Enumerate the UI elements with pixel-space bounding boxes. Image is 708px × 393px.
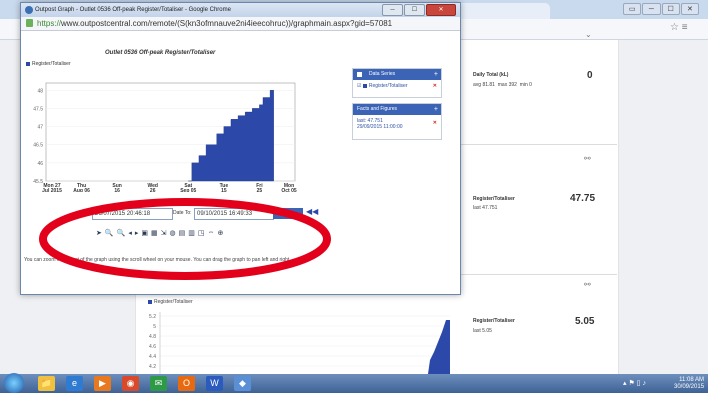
- chrome-icon: [25, 6, 33, 14]
- facts-panel: Facts and Figures + last: 47.751 29/09/20…: [352, 103, 442, 140]
- mini-y-tick-label: 5: [153, 324, 156, 330]
- red-highlight-ellipse: [39, 198, 331, 280]
- chrome-icon[interactable]: ◉: [122, 376, 139, 391]
- media-player-icon[interactable]: ▶: [94, 376, 111, 391]
- remove-series-icon[interactable]: ✕: [433, 83, 437, 89]
- data-series-header[interactable]: Data Series +: [353, 69, 441, 80]
- facts-item[interactable]: last: 47.751 29/09/2015 11:00:00 ✕: [353, 115, 441, 133]
- register-chart[interactable]: 4847.54746.54645.5 Mon 27Jul 2015ThuAug …: [20, 77, 300, 192]
- popup-title: Outpost Graph - Outlet 0536 Off-peak Reg…: [35, 7, 231, 13]
- chart2-legend: Register/Totaliser: [148, 299, 193, 305]
- explorer-icon[interactable]: 📁: [38, 376, 55, 391]
- link-icon[interactable]: ⚯: [584, 280, 591, 289]
- facts-header[interactable]: Facts and Figures +: [353, 104, 441, 115]
- x-tick-sublabel: 25: [257, 188, 263, 192]
- link-icon[interactable]: ⚯: [584, 154, 591, 163]
- daily-avg: avg 81.81: [473, 82, 495, 88]
- remove-fact-icon[interactable]: ✕: [433, 120, 437, 126]
- chart-legend: Register/Totaliser: [26, 61, 71, 67]
- mini-y-tick-label: 4.2: [149, 364, 156, 370]
- register-value-2: 5.05: [575, 316, 595, 327]
- y-tick-label: 46: [37, 161, 43, 167]
- background-mini-chart: 5.2 5 4.8 4.6 4.4 4.2: [149, 312, 450, 374]
- chevron-down-icon[interactable]: ⌄: [585, 30, 592, 39]
- y-tick-label: 47: [37, 125, 43, 131]
- star-and-menu-icons[interactable]: ☆ ≡: [670, 22, 688, 33]
- close-button[interactable]: ✕: [426, 4, 456, 16]
- daily-total-label: Daily Total (kL): [473, 72, 509, 78]
- restore-button[interactable]: ▭: [623, 3, 642, 15]
- popup-window-controls: ─ ☐ ✕: [382, 4, 456, 16]
- ie-icon[interactable]: e: [66, 376, 83, 391]
- word-icon[interactable]: W: [206, 376, 223, 391]
- x-tick-sublabel: 26: [150, 188, 156, 192]
- chart-title: Outlet 0536 Off-peak Register/Totaliser: [105, 50, 216, 56]
- add-series-icon[interactable]: +: [434, 69, 438, 80]
- x-tick-sublabel: 16: [114, 188, 120, 192]
- minimize-button[interactable]: ─: [382, 4, 403, 16]
- minimize-button[interactable]: ─: [642, 3, 661, 15]
- outlook-icon[interactable]: O: [178, 376, 195, 391]
- system-tray[interactable]: ▴ ⚑ ▯ ♪: [623, 379, 646, 387]
- x-tick-sublabel: Sep 05: [180, 188, 196, 192]
- maximize-button[interactable]: ☐: [661, 3, 680, 15]
- y-tick-label: 48: [37, 88, 43, 94]
- clock-time: 11:08 AM: [679, 377, 705, 383]
- register-last-1: last 47.751: [473, 205, 498, 211]
- legend-swatch: [148, 299, 152, 304]
- start-button[interactable]: [4, 373, 24, 393]
- data-series-panel: Data Series + ☑ Register/Totaliser ✕: [352, 68, 442, 98]
- background-window-controls: ▭ ─ ☐ ✕: [623, 3, 699, 15]
- mini-y-tick-label: 4.6: [149, 344, 156, 350]
- maximize-button[interactable]: ☐: [404, 4, 425, 16]
- legend-swatch: [26, 61, 30, 66]
- y-tick-label: 46.5: [33, 143, 43, 149]
- series-swatch: [362, 83, 367, 88]
- url-text[interactable]: https://www.outpostcentral.com/remote/(S…: [37, 17, 392, 30]
- register-value-1: 47.75: [570, 193, 596, 204]
- address-bar[interactable]: https://www.outpostcentral.com/remote/(S…: [21, 17, 460, 31]
- register-last-2: last 5.05: [473, 328, 492, 334]
- y-tick-label: 45.5: [33, 179, 43, 185]
- close-button[interactable]: ✕: [680, 3, 699, 15]
- data-series-item[interactable]: ☑ Register/Totaliser ✕: [353, 80, 441, 92]
- x-tick-sublabel: Oct 05: [281, 188, 297, 192]
- excel-icon[interactable]: ✉: [150, 376, 167, 391]
- series-icon: [357, 72, 362, 77]
- add-fact-icon[interactable]: +: [434, 104, 438, 115]
- lock-icon: [26, 19, 33, 27]
- divider: [460, 144, 617, 145]
- mini-y-tick-label: 4.8: [149, 334, 156, 340]
- clock-date: 30/09/2015: [674, 384, 705, 390]
- popup-title-bar[interactable]: Outpost Graph - Outlet 0536 Off-peak Reg…: [21, 3, 460, 17]
- mini-y-tick-label: 5.2: [149, 314, 156, 320]
- daily-total-stats: avg 81.81 max 392 min 0: [473, 82, 532, 88]
- register-label-2: Register/Totaliser: [473, 318, 515, 324]
- daily-total-value: 0: [587, 70, 593, 81]
- mini-y-tick-label: 4.4: [149, 354, 156, 360]
- clock[interactable]: 11:08 AM 30/09/2015: [674, 377, 704, 391]
- x-tick-sublabel: 15: [221, 188, 227, 192]
- facts-date: 29/09/2015 11:00:00: [357, 124, 403, 130]
- x-tick-sublabel: Aug 06: [73, 188, 90, 192]
- y-tick-label: 47.5: [33, 106, 43, 112]
- app-icon[interactable]: ◆: [234, 376, 251, 391]
- register-label-1: Register/Totaliser: [473, 196, 515, 202]
- daily-min: min 0: [519, 82, 532, 88]
- x-tick-sublabel: Jul 2015: [42, 188, 62, 192]
- daily-max: max 392: [497, 82, 517, 88]
